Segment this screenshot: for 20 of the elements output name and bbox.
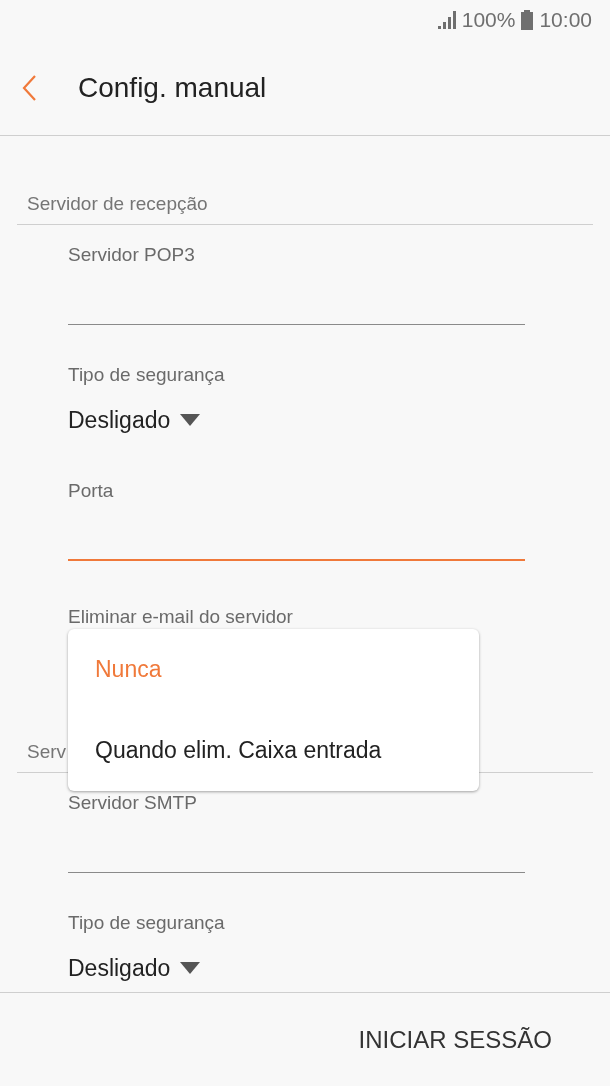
screen-title: Config. manual [78, 71, 267, 104]
caret-icon [180, 962, 201, 974]
sign-in-button[interactable]: INICIAR SESSÃO [340, 1015, 570, 1064]
field-label: Servidor POP3 [68, 243, 196, 267]
battery-percentage: 100% [461, 8, 516, 32]
section-header: Serv [27, 740, 67, 764]
dropdown[interactable]: Desligado [68, 953, 201, 983]
signal-icon [437, 11, 456, 29]
section-header: Servidor de recepção [27, 192, 208, 216]
field-label: Porta [68, 479, 115, 503]
caret-icon [180, 414, 201, 426]
battery-icon [521, 10, 534, 30]
dropdown[interactable]: Desligado [68, 405, 201, 435]
clock: 10:00 [539, 8, 592, 32]
field-label: Servidor SMTP [68, 791, 198, 815]
back-icon [22, 74, 36, 101]
field-label: Tipo de segurança [68, 911, 226, 935]
field-label: Tipo de segurança [68, 363, 226, 387]
field-label: Eliminar e-mail do servidor [68, 605, 294, 629]
menu-item[interactable]: Quando elim. Caixa entrada [68, 710, 479, 791]
